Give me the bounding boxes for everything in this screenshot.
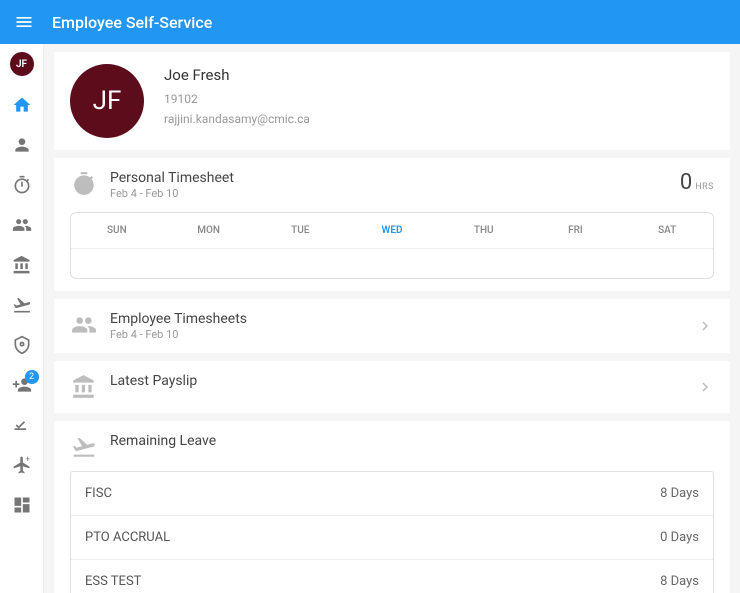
- home-icon: [12, 95, 32, 115]
- personal-timesheet-card: Personal Timesheet Feb 4 - Feb 10 0 HRS …: [54, 158, 730, 291]
- day-thu[interactable]: THU: [438, 213, 530, 248]
- leave-row[interactable]: FISC 8 Days: [71, 472, 713, 516]
- sidebar-avatar[interactable]: JF: [10, 52, 34, 76]
- team-icon: [12, 215, 32, 235]
- payslip-title: Latest Payslip: [110, 373, 696, 389]
- nav-leave[interactable]: [11, 294, 33, 316]
- leave-row[interactable]: ESS TEST 8 Days: [71, 560, 713, 593]
- chevron-right-icon: [696, 378, 714, 396]
- day-wed[interactable]: WED: [346, 213, 438, 248]
- notify-badge: 2: [25, 370, 39, 384]
- week-calendar: SUNMONTUEWEDTHUFRISAT: [70, 212, 714, 279]
- nav-team[interactable]: [11, 214, 33, 236]
- plane-plus-icon: +: [12, 455, 32, 475]
- emp-ts-title: Employee Timesheets: [110, 311, 696, 327]
- profile-id: 19102: [164, 92, 310, 106]
- timer-icon: [12, 175, 32, 195]
- profile-card: JF Joe Fresh 19102 rajjini.kandasamy@cmi…: [54, 52, 730, 150]
- leave-label: ESS TEST: [85, 574, 141, 589]
- timesheet-title: Personal Timesheet: [110, 170, 680, 186]
- bank-icon: [12, 255, 32, 275]
- app-title: Employee Self-Service: [52, 13, 212, 32]
- leave-value: 8 Days: [660, 574, 699, 589]
- nav-travel[interactable]: +: [11, 454, 33, 476]
- nav-dashboard[interactable]: [11, 494, 33, 516]
- svg-text:+: +: [25, 455, 30, 465]
- nav-home[interactable]: [11, 94, 33, 116]
- menu-icon: [14, 12, 34, 32]
- takeoff-icon: [12, 295, 32, 315]
- nav-timesheet[interactable]: [11, 174, 33, 196]
- shield-icon: [12, 335, 32, 355]
- profile-avatar: JF: [70, 64, 144, 138]
- timesheet-unit: HRS: [695, 182, 714, 192]
- dashboard-icon: [12, 495, 32, 515]
- check-icon: [12, 415, 32, 435]
- team-icon: [70, 311, 98, 339]
- day-tue[interactable]: TUE: [254, 213, 346, 248]
- chevron-right-icon: [696, 317, 714, 335]
- day-sun[interactable]: SUN: [71, 213, 163, 248]
- week-body[interactable]: [71, 248, 713, 278]
- timer-icon: [70, 170, 98, 198]
- bank-icon: [70, 373, 98, 401]
- profile-email: rajjini.kandasamy@cmic.ca: [164, 112, 310, 126]
- latest-payslip-card[interactable]: Latest Payslip: [54, 361, 730, 413]
- nav-notify[interactable]: 2: [11, 374, 33, 396]
- person-icon: [12, 135, 32, 155]
- leave-title: Remaining Leave: [110, 433, 714, 449]
- leave-list: FISC 8 Days PTO ACCRUAL 0 Days ESS TEST 8 Day…: [70, 471, 714, 593]
- timesheet-range: Feb 4 - Feb 10: [110, 187, 680, 200]
- app-bar: Employee Self-Service: [0, 0, 740, 44]
- nav-bank[interactable]: [11, 254, 33, 276]
- day-fri[interactable]: FRI: [530, 213, 622, 248]
- sidebar: JF 2 +: [0, 44, 44, 593]
- leave-value: 0 Days: [660, 530, 699, 545]
- emp-ts-range: Feb 4 - Feb 10: [110, 328, 696, 341]
- nav-approve[interactable]: [11, 414, 33, 436]
- profile-name: Joe Fresh: [164, 66, 310, 84]
- day-mon[interactable]: MON: [163, 213, 255, 248]
- day-sat[interactable]: SAT: [621, 213, 713, 248]
- main-content: JF Joe Fresh 19102 rajjini.kandasamy@cmi…: [44, 44, 740, 593]
- nav-profile[interactable]: [11, 134, 33, 156]
- leave-label: FISC: [85, 486, 112, 501]
- remaining-leave-card: Remaining Leave FISC 8 Days PTO ACCRUAL 0 D…: [54, 421, 730, 593]
- leave-label: PTO ACCRUAL: [85, 530, 170, 545]
- leave-value: 8 Days: [660, 486, 699, 501]
- leave-row[interactable]: PTO ACCRUAL 0 Days: [71, 516, 713, 560]
- nav-shield[interactable]: [11, 334, 33, 356]
- employee-timesheets-card[interactable]: Employee Timesheets Feb 4 - Feb 10: [54, 299, 730, 353]
- menu-button[interactable]: [12, 10, 36, 34]
- takeoff-icon: [70, 433, 98, 461]
- timesheet-total: 0: [680, 170, 692, 195]
